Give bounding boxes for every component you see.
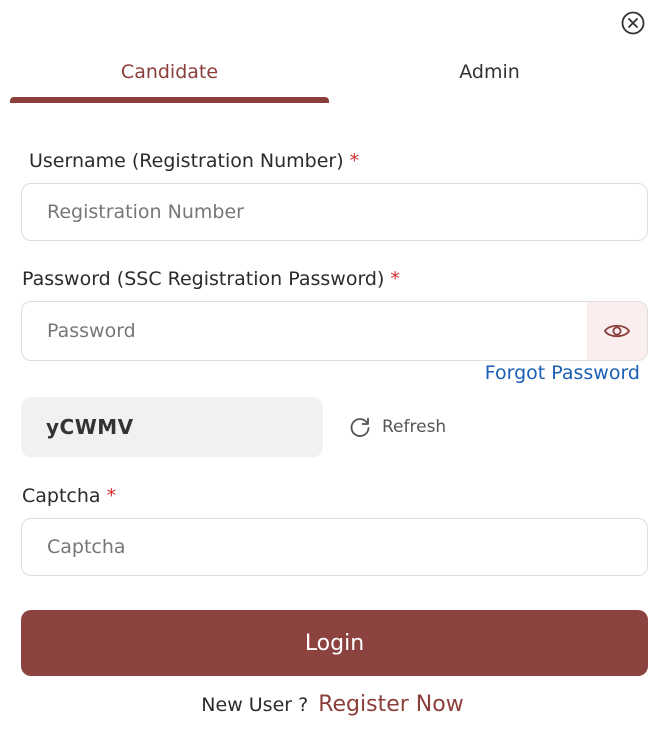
username-input[interactable] <box>21 183 648 241</box>
password-field <box>21 301 648 361</box>
login-button[interactable]: Login <box>21 610 648 676</box>
close-circle-icon <box>621 11 645 35</box>
username-required-mark: * <box>349 150 360 172</box>
password-input[interactable] <box>22 302 588 360</box>
new-user-text: New User ? <box>201 694 309 716</box>
refresh-captcha-button[interactable]: Refresh <box>348 412 446 442</box>
captcha-code: yCWMV <box>21 397 323 457</box>
captcha-label-text: Captcha <box>22 485 101 507</box>
active-tab-indicator <box>10 97 329 103</box>
username-label: Username (Registration Number) * <box>29 150 359 172</box>
refresh-label: Refresh <box>382 417 447 437</box>
tab-candidate-label: Candidate <box>120 61 219 83</box>
captcha-input[interactable] <box>21 518 648 576</box>
captcha-label: Captcha * <box>22 485 116 507</box>
password-label-text: Password (SSC Registration Password) <box>22 268 385 290</box>
captcha-required-mark: * <box>106 485 117 507</box>
eye-icon <box>603 324 631 338</box>
register-prompt: New User ? Register Now <box>0 692 665 717</box>
tab-candidate[interactable]: Candidate <box>10 48 329 96</box>
login-tabs: Candidate Admin <box>10 48 650 104</box>
password-label: Password (SSC Registration Password) * <box>22 268 400 290</box>
captcha-code-text: yCWMV <box>46 415 134 439</box>
password-required-mark: * <box>390 268 400 290</box>
register-now-link[interactable]: Register Now <box>318 692 463 717</box>
refresh-icon <box>348 415 372 439</box>
forgot-password-link[interactable]: Forgot Password <box>485 362 640 384</box>
tab-admin-label: Admin <box>459 61 520 83</box>
close-button[interactable] <box>620 10 646 36</box>
toggle-password-visibility-button[interactable] <box>587 302 647 360</box>
username-label-text: Username (Registration Number) <box>29 150 344 172</box>
tab-admin[interactable]: Admin <box>330 48 649 96</box>
